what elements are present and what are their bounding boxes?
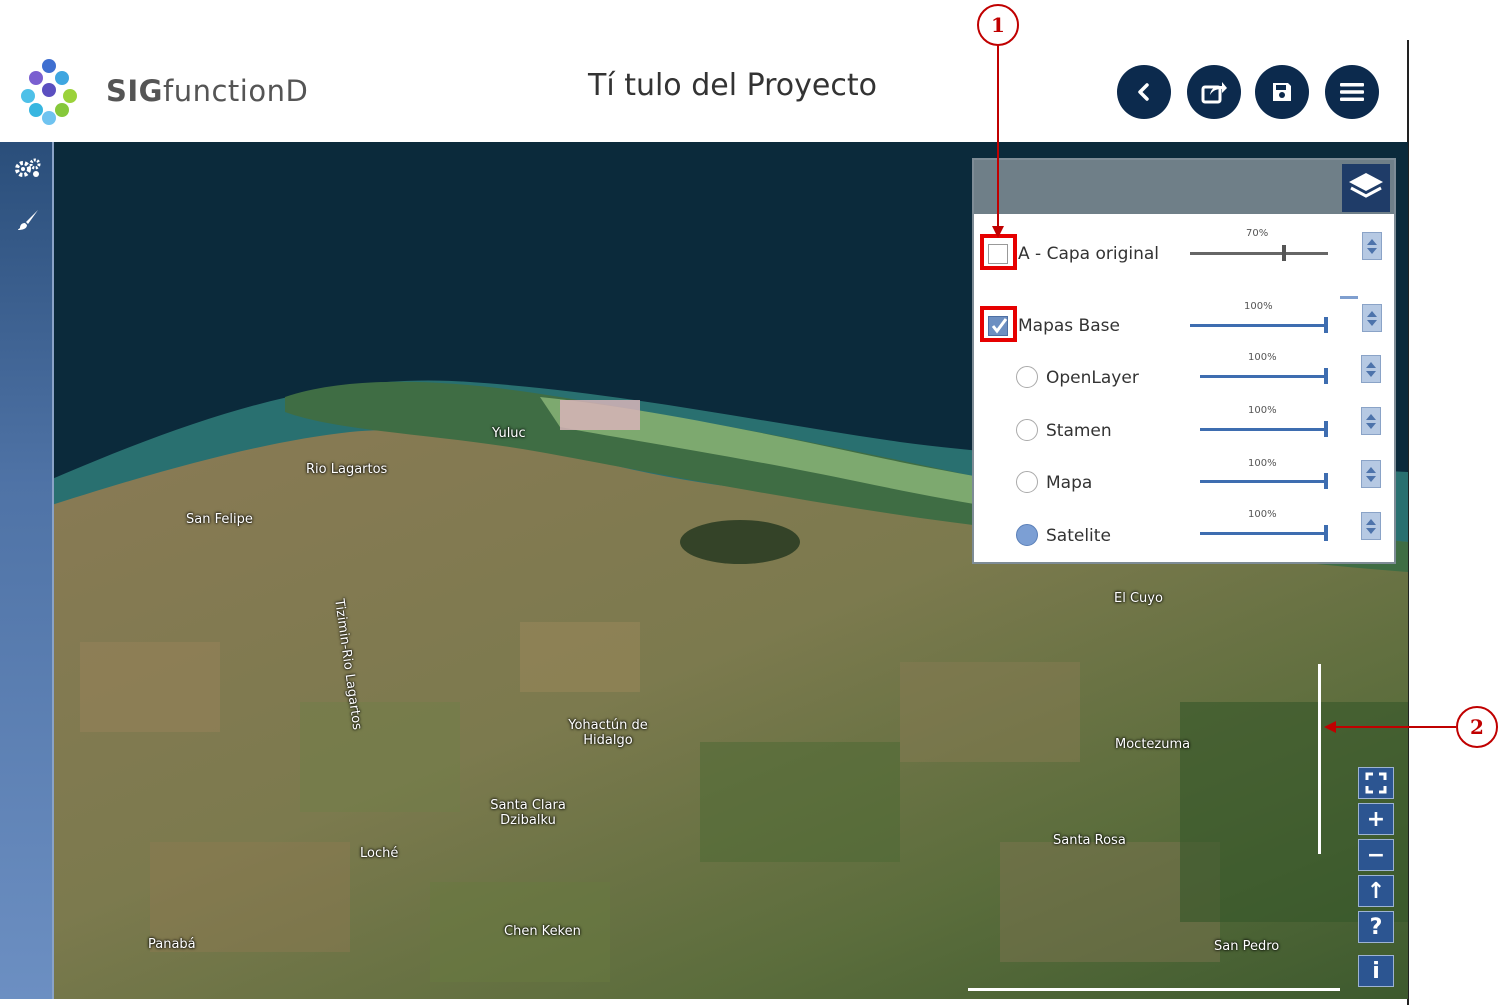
app-screenshot: SIGfunctionD Tí tulo del Proyecto Yuluc … xyxy=(0,0,1500,1005)
annotation-callout-2: 2 xyxy=(1456,706,1498,748)
annotation-callout-1: 1 xyxy=(977,4,1019,46)
annotation-arrows xyxy=(992,45,1456,733)
